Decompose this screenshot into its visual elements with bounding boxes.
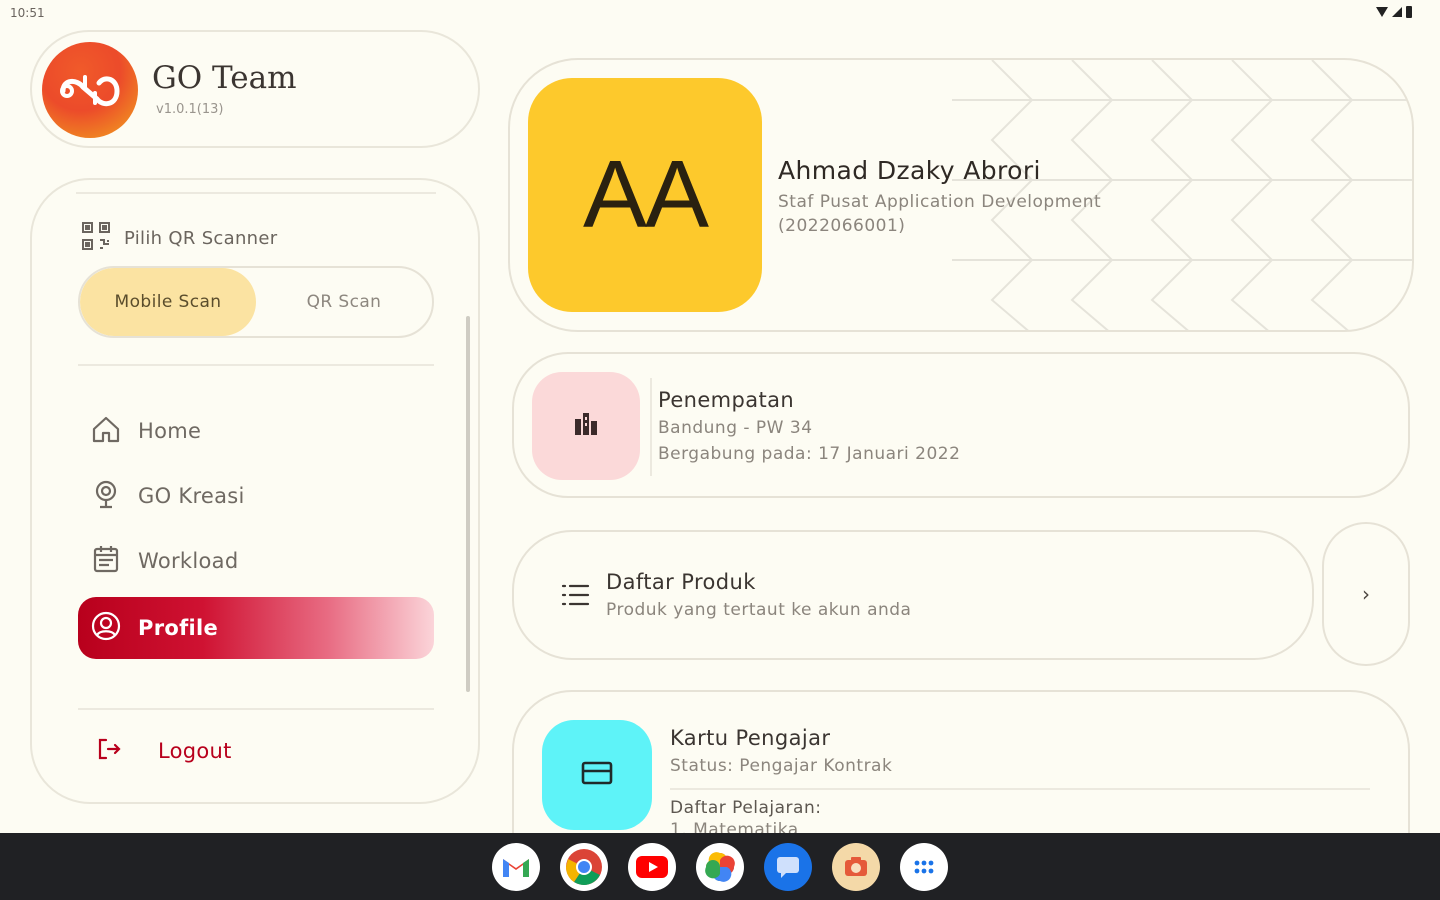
kartu-list-label: Daftar Pelajaran: [670, 798, 822, 818]
avatar: AA [528, 78, 762, 312]
nav-item-profile[interactable]: Profile [78, 597, 434, 659]
avatar-initials: AA [582, 141, 709, 248]
profile-card: AA Ahmad Dzaky Abrori Staf Pusat Applica… [508, 58, 1414, 332]
kartu-icon-box [542, 720, 652, 830]
logout-icon [96, 736, 122, 766]
kartu-status: Status: Pengajar Kontrak [670, 756, 893, 776]
divider [670, 788, 1370, 790]
photos-icon[interactable] [696, 842, 744, 891]
app-logo-icon [42, 42, 138, 138]
app-drawer-icon[interactable] [900, 842, 948, 891]
gmail-icon[interactable] [492, 842, 540, 891]
placement-join-date: Bergabung pada: 17 Januari 2022 [658, 444, 961, 464]
nav-item-home[interactable]: Home [78, 398, 434, 463]
navigation-drawer: Pilih QR Scanner Mobile Scan QR Scan Hom… [30, 178, 480, 804]
qr-code-icon [80, 220, 112, 256]
nav-item-workload[interactable]: Workload [78, 528, 434, 593]
divider [78, 364, 434, 366]
placement-location: Bandung - PW 34 [658, 418, 813, 438]
taskbar [0, 833, 1440, 900]
scanner-toggle: Mobile Scan QR Scan [78, 266, 434, 338]
profile-role: Staf Pusat Application Development [778, 192, 1102, 212]
logout-button[interactable]: Logout [96, 736, 232, 766]
status-bar: 10:51 [0, 0, 1440, 30]
product-subtitle: Produk yang tertaut ke akun anda [606, 600, 912, 620]
nav-item-label: Profile [138, 616, 219, 640]
placement-icon-box [532, 372, 640, 480]
building-icon [571, 409, 601, 443]
status-icons [1376, 6, 1412, 18]
nav-item-label: Home [138, 418, 202, 443]
kartu-title: Kartu Pengajar [670, 726, 831, 750]
chrome-icon[interactable] [560, 842, 608, 891]
placement-card: Penempatan Bandung - PW 34 Bergabung pad… [512, 352, 1410, 498]
placement-title: Penempatan [658, 388, 795, 412]
app-header-card: GO Team v1.0.1(13) [30, 30, 480, 148]
list-icon [560, 582, 590, 612]
divider [76, 192, 436, 194]
qr-scanner-label: Pilih QR Scanner [124, 227, 278, 249]
product-arrow-button[interactable]: › [1322, 522, 1410, 666]
calendar-icon [90, 543, 122, 579]
signal-icon [1392, 7, 1402, 17]
nav-scrollbar[interactable] [466, 316, 470, 692]
home-icon [90, 413, 122, 449]
product-list-card[interactable]: Daftar Produk Produk yang tertaut ke aku… [512, 530, 1314, 660]
app-version: v1.0.1(13) [156, 102, 224, 117]
logout-label: Logout [158, 739, 232, 763]
card-icon [580, 759, 614, 791]
camera-icon[interactable] [832, 842, 880, 891]
location-icon [90, 478, 122, 514]
profile-id: (2022066001) [778, 216, 906, 236]
nav-item-label: Workload [138, 548, 239, 573]
messages-icon[interactable] [764, 842, 812, 891]
qr-scanner-heading: Pilih QR Scanner [80, 220, 277, 256]
battery-icon [1406, 6, 1412, 18]
nav-item-label: GO Kreasi [138, 483, 245, 508]
nav-list: Home GO Kreasi Workload Profile [78, 398, 434, 659]
profile-name: Ahmad Dzaky Abrori [778, 156, 1041, 185]
wifi-icon [1376, 7, 1388, 17]
status-time: 10:51 [10, 6, 45, 20]
nav-item-go-kreasi[interactable]: GO Kreasi [78, 463, 434, 528]
segment-mobile-scan[interactable]: Mobile Scan [80, 268, 256, 336]
app-title: GO Team [152, 60, 297, 96]
product-title: Daftar Produk [606, 570, 756, 594]
segment-qr-scan[interactable]: QR Scan [256, 268, 432, 336]
divider [78, 708, 434, 710]
youtube-icon[interactable] [628, 842, 676, 891]
chevron-right-icon: › [1362, 582, 1370, 606]
account-circle-icon [90, 610, 122, 646]
divider [650, 378, 652, 476]
